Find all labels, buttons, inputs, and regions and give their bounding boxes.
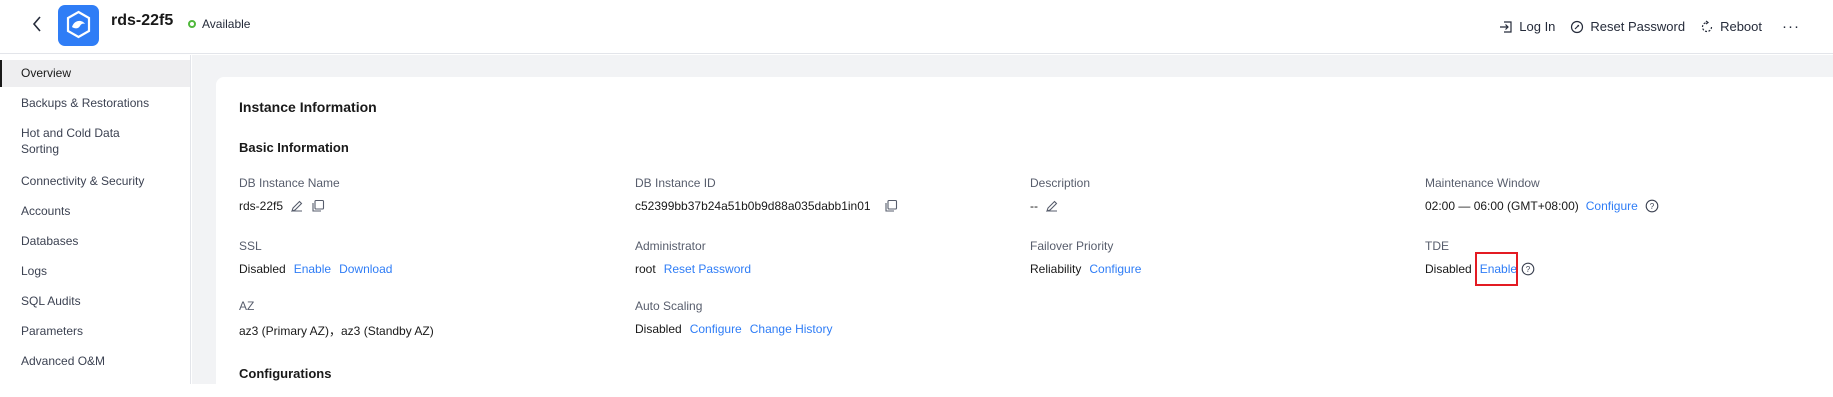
az-value: az3 (Primary AZ)，az3 (Standby AZ) [239,324,434,338]
instance-title: rds-22f5 [111,12,174,29]
sidebar-item-backups[interactable]: Backups & Restorations [0,95,159,111]
failover-priority-label: Failover Priority [1030,239,1114,253]
status-dot-icon [188,20,196,28]
db-instance-name-value: rds-22f5 [239,199,284,213]
description-label: Description [1030,176,1091,190]
ssl-label: SSL [239,239,262,253]
tde-label: TDE [1425,239,1449,253]
db-instance-id-field: c52399bb37b24a51b0b9d88a035dabb1in01 [635,199,898,213]
status-text: Available [202,17,251,31]
reboot-icon [1701,20,1713,32]
administrator-field: root Reset Password [635,262,751,276]
tde-value: Disabled [1425,262,1472,276]
tde-field: Disabled Enable ? [1425,262,1535,276]
sidebar-item-databases[interactable]: Databases [0,233,88,249]
edit-icon[interactable] [290,199,304,213]
sidebar-item-sql-audits[interactable]: SQL Audits [0,293,91,309]
ssl-field: Disabled Enable Download [239,262,392,276]
failover-priority-field: Reliability Configure [1030,262,1141,276]
db-instance-id-value: c52399bb37b24a51b0b9d88a035dabb1in01 [635,199,871,213]
ssl-value: Disabled [239,262,286,276]
tde-enable-link[interactable]: Enable [1480,262,1517,276]
ssl-enable-link[interactable]: Enable [294,262,331,276]
sidebar-item-overview[interactable]: Overview [0,60,190,87]
reset-password-label: Reset Password [1590,19,1686,34]
help-icon[interactable]: ? [1645,199,1659,213]
section-title: Instance Information [239,99,377,115]
maintenance-configure-link[interactable]: Configure [1586,199,1638,213]
header-actions: Log In Reset Password Reboot ··· [1498,18,1800,35]
administrator-value: root [635,262,656,276]
change-history-link[interactable]: Change History [750,322,833,336]
log-in-label: Log In [1519,19,1556,34]
help-icon[interactable]: ? [1521,262,1535,276]
sidebar: Overview Backups & Restorations Hot and … [0,55,191,384]
description-field: -- [1030,199,1059,213]
sidebar-item-hot-cold-data[interactable]: Hot and Cold Data Sorting [0,125,171,157]
maintenance-window-label: Maintenance Window [1425,176,1540,190]
sidebar-item-connectivity[interactable]: Connectivity & Security [0,173,154,189]
top-bar: rds-22f5 Available Log In Reset Password… [0,0,1833,54]
failover-priority-value: Reliability [1030,262,1082,276]
main-content: Instance Information Basic Information D… [192,55,1833,397]
auto-scaling-label: Auto Scaling [635,299,703,313]
instance-info-card: Instance Information Basic Information D… [216,77,1833,397]
copy-icon[interactable] [884,199,898,213]
basic-info-title: Basic Information [239,140,349,155]
az-label: AZ [239,299,255,313]
reset-password-button[interactable]: Reset Password [1569,19,1685,35]
db-instance-name-field: rds-22f5 [239,199,325,213]
sidebar-item-logs[interactable]: Logs [0,263,57,279]
reset-password-link[interactable]: Reset Password [664,262,751,276]
reboot-button[interactable]: Reboot [1699,19,1762,35]
svg-text:?: ? [1650,202,1655,211]
maintenance-window-field: 02:00 — 06:00 (GMT+08:00) Configure ? [1425,199,1659,213]
description-value: -- [1030,199,1038,213]
maintenance-window-value: 02:00 — 06:00 (GMT+08:00) [1425,199,1579,213]
failover-configure-link[interactable]: Configure [1089,262,1141,276]
db-instance-name-label: DB Instance Name [239,176,340,190]
db-instance-id-label: DB Instance ID [635,176,716,190]
copy-icon[interactable] [311,199,325,213]
auto-scaling-configure-link[interactable]: Configure [690,322,742,336]
az-field: az3 (Primary AZ)，az3 (Standby AZ) [239,322,434,339]
status-badge: Available [188,17,250,31]
log-in-button[interactable]: Log In [1498,19,1555,35]
reboot-label: Reboot [1720,19,1762,34]
sidebar-item-accounts[interactable]: Accounts [0,203,80,219]
ssl-download-link[interactable]: Download [339,262,392,276]
back-arrow-icon[interactable] [28,14,46,34]
administrator-label: Administrator [635,239,706,253]
auto-scaling-field: Disabled Configure Change History [635,322,832,336]
sidebar-item-parameters[interactable]: Parameters [0,323,93,339]
log-in-icon [1500,20,1512,33]
reset-password-icon [1571,20,1584,33]
configurations-title: Configurations [239,366,332,381]
svg-text:?: ? [1526,265,1531,274]
auto-scaling-value: Disabled [635,322,682,336]
rds-logo-icon [58,5,99,46]
edit-icon[interactable] [1045,199,1059,213]
more-actions-button[interactable]: ··· [1782,18,1800,35]
sidebar-item-advanced-om[interactable]: Advanced O&M [0,353,115,369]
